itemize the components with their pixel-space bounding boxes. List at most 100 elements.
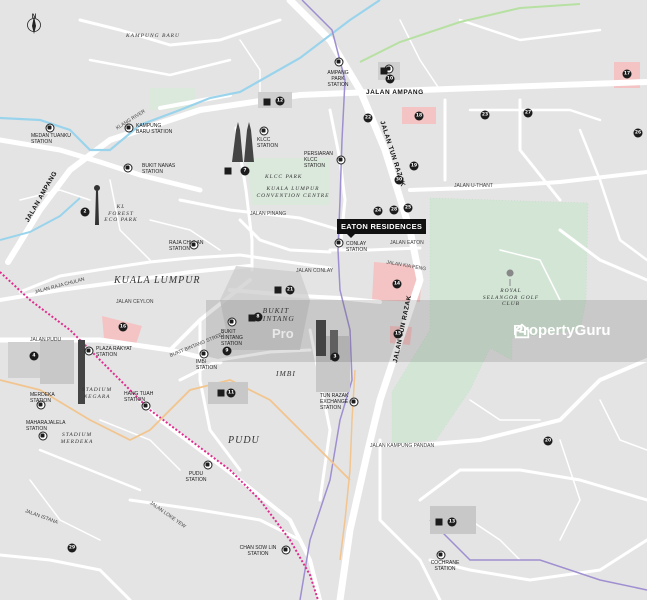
station-marker[interactable] (36, 400, 46, 410)
golf-text: ROYAL SELANGOR GOLF CLUB (482, 288, 540, 308)
poi-badge[interactable]: 25 (403, 203, 413, 213)
road-label-jalan-conlay: JALAN CONLAY (296, 268, 334, 274)
poi-badge[interactable]: 22 (363, 113, 373, 123)
poi-badge[interactable]: 24 (373, 206, 383, 216)
eaton-residences-marker[interactable]: EATON RESIDENCES (337, 219, 427, 238)
station-marker[interactable] (281, 545, 291, 555)
road-label-jalan-ampang: JALAN AMPANG (366, 89, 424, 96)
station-label-imbi: IMBI STATION (196, 359, 220, 372)
station-marker[interactable] (38, 431, 48, 441)
poi-badge[interactable]: 27 (523, 108, 533, 118)
watermark-faint: Pro (272, 326, 294, 341)
pudu-stn-text: PUDU STATION (185, 471, 207, 483)
area-label-stadium-negara: STADIUM NEGARA (80, 387, 114, 400)
poi-badge[interactable]: 18 (414, 111, 424, 121)
imbi-stn-text: IMBI STATION (196, 359, 217, 371)
station-label-maharajalela: MAHARAJALELA STATION (26, 420, 66, 433)
station-marker[interactable] (45, 123, 55, 133)
road-label-jalan-kampung-pandan: JALAN KAMPUNG PANDAN (370, 443, 435, 449)
minor-road (29, 479, 101, 541)
poi-badge[interactable]: 4 (29, 351, 39, 361)
road (138, 398, 322, 600)
minor-road (469, 519, 521, 561)
kampung-baru-text: KAMPUNG BARU STATION (136, 123, 173, 135)
persiaran-klcc-text: PERSIARAN KLCC STATION (304, 151, 333, 169)
klcc-text: KLCC STATION (257, 137, 278, 149)
poi-badge[interactable]: 14 (392, 279, 402, 289)
poi-badge[interactable]: 3 (330, 352, 340, 362)
poi-badge[interactable]: 21 (285, 285, 295, 295)
station-marker[interactable] (84, 346, 94, 356)
station-marker[interactable] (336, 155, 346, 165)
poi-badge[interactable]: 23 (480, 110, 490, 120)
road (418, 468, 647, 502)
station-label-klcc: KLCC STATION (257, 137, 285, 150)
raja-chulan-text: RAJA CHULAN STATION (169, 240, 204, 252)
station-marker[interactable] (123, 163, 133, 173)
station-marker[interactable] (199, 349, 209, 359)
shopping-icon (224, 167, 232, 175)
poi-badge[interactable]: 29 (67, 543, 77, 553)
road-label-jalan-pinang: JALAN PINANG (250, 211, 287, 217)
shopping-icon (380, 67, 388, 75)
propertyguru-watermark: PropertyGuru (513, 322, 611, 339)
area-label-pudu: PUDU (228, 435, 260, 446)
area-label-kl-forest: KL FOREST ECO PARK (104, 204, 138, 224)
rail-green (359, 3, 581, 63)
station-marker[interactable] (349, 397, 359, 407)
station-marker[interactable] (141, 401, 151, 411)
kl-forest-text: KL FOREST ECO PARK (104, 204, 138, 224)
station-marker[interactable] (334, 238, 344, 248)
station-label-bukit-nanas: BUKIT NANAS STATION (142, 163, 176, 176)
cochrane-text: COCHRANE STATION (430, 560, 460, 572)
road (88, 58, 232, 77)
poi-badge[interactable]: 10 (385, 74, 395, 84)
bukit-bintang-stn-text: BUKIT BINTANG STATION (221, 329, 243, 347)
area-label-klcc-park: KLCC PARK (265, 174, 303, 180)
minor-road (599, 399, 647, 451)
poi-badge[interactable]: 8 (253, 312, 263, 322)
compass-icon (27, 16, 41, 34)
poi-badge[interactable]: 20 (543, 436, 553, 446)
kl-tower (94, 185, 100, 225)
kl-convention-text: KUALA LUMPUR CONVENTION CENTRE (256, 186, 330, 199)
road-label-jalan-eaton: JALAN EATON (390, 240, 424, 246)
poi-badge[interactable]: 7 (240, 166, 250, 176)
station-marker[interactable] (334, 57, 344, 67)
poi-badge[interactable]: 11 (226, 388, 236, 398)
poi-badge[interactable]: 9 (222, 346, 232, 356)
station-marker[interactable] (189, 240, 199, 250)
station-marker[interactable] (124, 123, 134, 133)
station-label-bukit-bintang: BUKIT BINTANG STATION (221, 329, 251, 347)
poi-badge[interactable]: 13 (447, 517, 457, 527)
poi-badge[interactable]: 19 (409, 161, 419, 171)
poi-badge[interactable]: 17 (622, 69, 632, 79)
station-label-conlay: CONLAY STATION (346, 241, 376, 254)
poi-badge[interactable]: 28 (389, 205, 399, 215)
poi-badge[interactable]: 12 (275, 96, 285, 106)
map[interactable]: N KAMPUNG BARU KUALA LUMPUR BUKIT BINTAN… (0, 0, 647, 600)
station-marker[interactable] (227, 317, 237, 327)
propertyguru-logo-icon (514, 323, 530, 339)
chan-sow-lin-text: CHAN SOW LIN STATION (239, 545, 277, 557)
poi-badge[interactable]: 30 (394, 175, 404, 185)
station-label-kampung-baru: KAMPUNG BARU STATION (136, 123, 176, 136)
area-label-golf: ROYAL SELANGOR GOLF CLUB (482, 288, 540, 308)
station-label-cochrane: COCHRANE STATION (430, 560, 460, 573)
poi-badge[interactable]: 15 (393, 329, 403, 339)
poi-badge[interactable]: 2 (80, 207, 90, 217)
maharajalela-text: MAHARAJALELA STATION (26, 420, 66, 432)
area-label-kuala-lumpur: KUALA LUMPUR (114, 275, 201, 286)
bukit-nanas-text: BUKIT NANAS STATION (142, 163, 176, 175)
poi-badge[interactable]: 16 (118, 322, 128, 332)
station-marker[interactable] (259, 126, 269, 136)
shopping-icon (435, 518, 443, 526)
station-marker[interactable] (203, 460, 213, 470)
poi-badge[interactable]: 26 (633, 128, 643, 138)
station-marker[interactable] (436, 550, 446, 560)
station-label-ampang-park: AMPANG PARK STATION (323, 70, 353, 88)
stadium-merdeka-text: STADIUM MERDEKA (60, 432, 94, 445)
shopping-icon (274, 286, 282, 294)
road-label-jalan-ceylon: JALAN CEYLON (116, 299, 154, 305)
station-label-raja-chulan: RAJA CHULAN STATION (169, 240, 207, 253)
